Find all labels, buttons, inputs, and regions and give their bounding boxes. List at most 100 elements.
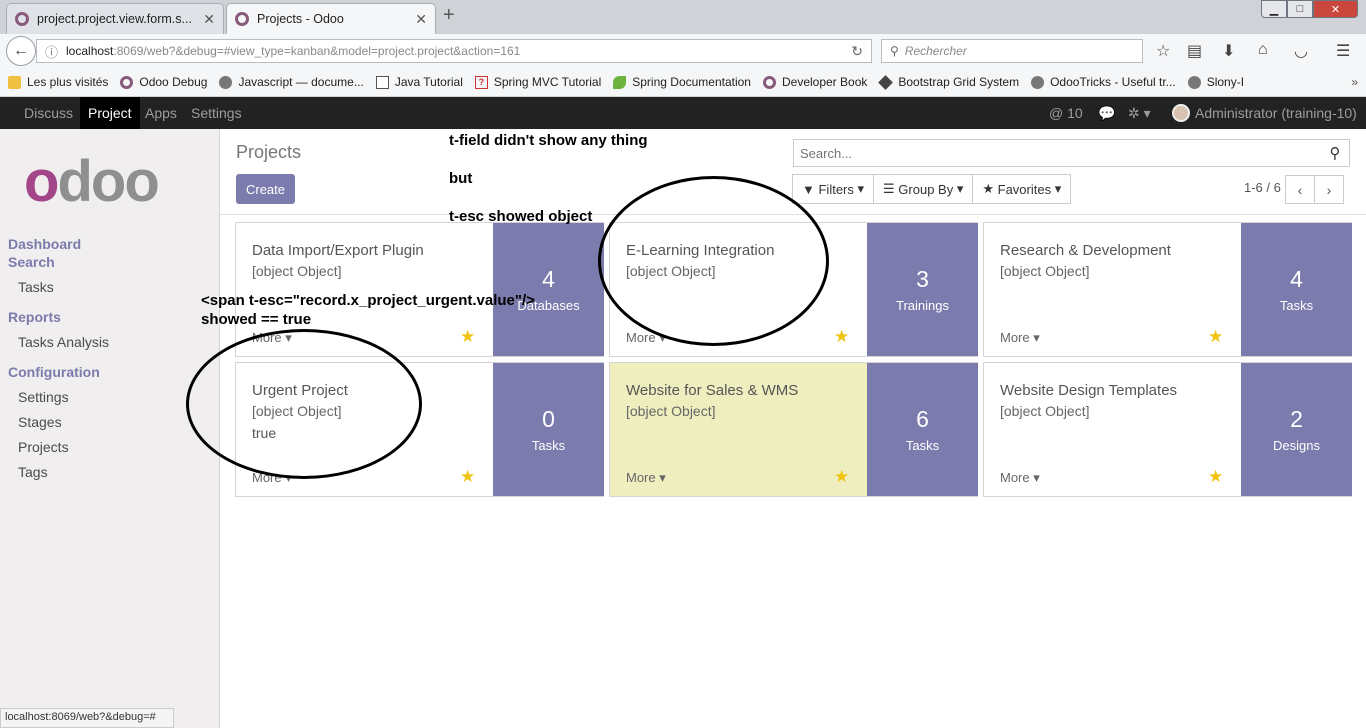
task-count-panel[interactable]: 2 Designs: [1241, 363, 1352, 496]
annotation-text: but: [449, 170, 473, 187]
url-host: localhost: [66, 44, 114, 58]
home-icon[interactable]: ⌂: [1258, 41, 1268, 59]
search-icon[interactable]: ⚲: [1321, 144, 1349, 162]
menu-apps[interactable]: Apps: [137, 97, 185, 129]
task-count-panel[interactable]: 3 Trainings: [867, 223, 978, 356]
browser-search-field[interactable]: ⚲ Rechercher: [881, 39, 1143, 63]
odoo-icon: [120, 75, 134, 89]
bookmark-item[interactable]: OdooTricks - Useful tr...: [1031, 75, 1176, 89]
menu-settings[interactable]: Settings: [183, 97, 250, 129]
annotation-ellipse: [186, 329, 422, 479]
annotation-text: showed == true: [201, 311, 312, 328]
user-menu[interactable]: Administrator (training-10) ▾: [1172, 97, 1366, 153]
browser-tab-form[interactable]: project.project.view.form.s... ✕: [6, 3, 224, 34]
close-icon[interactable]: ✕: [415, 11, 427, 28]
pager-next-button[interactable]: ›: [1314, 175, 1344, 204]
user-name: Administrator (training-10): [1195, 105, 1357, 121]
favorite-star-icon[interactable]: ★: [460, 327, 475, 347]
download-icon[interactable]: ⬇: [1222, 41, 1235, 61]
project-name[interactable]: Website Design Templates: [1000, 382, 1177, 399]
sidebar-item-stages[interactable]: Stages: [18, 414, 62, 430]
sidebar-item-projects[interactable]: Projects: [18, 439, 69, 455]
project-card[interactable]: Website for Sales & WMS [object Object] Mo…: [609, 362, 978, 497]
task-count-panel[interactable]: 0 Tasks: [493, 363, 604, 496]
task-label: Designs: [1273, 438, 1320, 453]
browser-tab-projects[interactable]: Projects - Odoo ✕: [226, 3, 436, 34]
project-field-value: [object Object]: [252, 263, 342, 279]
favorites-button[interactable]: ★ Favorites ▾: [972, 174, 1072, 204]
search-input[interactable]: [800, 145, 1321, 161]
url-bar[interactable]: ⓘ localhost:8069/web?&debug=#view_type=k…: [36, 39, 872, 63]
menu-discuss[interactable]: Discuss: [16, 97, 81, 129]
sidebar: odoo Dashboard Search Tasks Reports Task…: [0, 129, 220, 728]
bookmarks-bar: Les plus visités Odoo Debug Javascript —…: [0, 68, 1366, 97]
close-window-button[interactable]: ✕: [1313, 0, 1358, 18]
pocket-icon[interactable]: ◡: [1294, 41, 1308, 61]
favorite-star-icon[interactable]: ★: [1208, 467, 1223, 487]
task-count-panel[interactable]: 4 Databases: [493, 223, 604, 356]
groupby-button[interactable]: ☰ Group By ▾: [873, 174, 974, 204]
favorite-star-icon[interactable]: ★: [1208, 327, 1223, 347]
bookmark-item[interactable]: Java Tutorial: [375, 75, 463, 89]
menu-project[interactable]: Project: [80, 97, 140, 129]
debug-bug-icon[interactable]: ✲ ▾: [1128, 97, 1151, 129]
search-icon: ⚲: [890, 44, 899, 58]
filters-button[interactable]: ▼ Filters ▾: [792, 174, 875, 204]
more-dropdown[interactable]: More ▾: [1000, 330, 1040, 346]
bookmark-item[interactable]: Les plus visités: [8, 75, 108, 89]
project-name[interactable]: Data Import/Export Plugin: [252, 242, 424, 259]
project-card[interactable]: Website Design Templates [object Object] M…: [983, 362, 1352, 497]
task-count: 0: [542, 406, 555, 432]
pager-previous-button[interactable]: ‹: [1285, 175, 1315, 204]
close-icon[interactable]: ✕: [203, 11, 215, 28]
project-name[interactable]: Website for Sales & WMS: [626, 382, 798, 399]
bookmarks-overflow-icon[interactable]: »: [1351, 75, 1358, 89]
bookmark-item[interactable]: ? Spring MVC Tutorial: [474, 75, 601, 89]
project-card[interactable]: Research & Development [object Object] Mor…: [983, 222, 1352, 357]
favorite-star-icon[interactable]: ★: [834, 327, 849, 347]
bookmark-item[interactable]: Spring Documentation: [613, 75, 751, 89]
browser-tab-strip: project.project.view.form.s... ✕ Project…: [0, 0, 1366, 34]
more-dropdown[interactable]: More ▾: [626, 470, 666, 486]
bookmark-item[interactable]: Developer Book: [762, 75, 867, 89]
maximize-button[interactable]: □: [1287, 0, 1313, 18]
bookmark-item[interactable]: Bootstrap Grid System: [878, 74, 1019, 90]
odoo-favicon-icon: [15, 12, 29, 26]
sidebar-heading-reports[interactable]: Reports: [8, 309, 61, 325]
minimize-button[interactable]: ▁: [1261, 0, 1287, 18]
new-tab-button[interactable]: +: [443, 4, 455, 27]
sidebar-item-tasks-analysis[interactable]: Tasks Analysis: [18, 334, 109, 350]
chat-icon[interactable]: 💬: [1098, 97, 1115, 129]
favorite-star-icon[interactable]: ★: [834, 467, 849, 487]
sidebar-heading-search[interactable]: Search: [8, 254, 55, 270]
url-path: :8069/web?&debug=#view_type=kanban&model…: [113, 44, 521, 58]
bookmark-item[interactable]: Odoo Debug: [120, 75, 207, 89]
back-arrow-icon[interactable]: ←: [6, 36, 36, 66]
avatar: [1172, 104, 1190, 122]
sidebar-item-tasks[interactable]: Tasks: [18, 279, 54, 295]
favorite-star-icon[interactable]: ★: [460, 467, 475, 487]
sidebar-item-tags[interactable]: Tags: [18, 464, 48, 480]
reading-list-icon[interactable]: ▤: [1187, 41, 1202, 61]
more-dropdown[interactable]: More ▾: [1000, 470, 1040, 486]
sidebar-heading-configuration[interactable]: Configuration: [8, 364, 100, 380]
hamburger-menu-icon[interactable]: ☰: [1336, 41, 1350, 61]
bookmark-item[interactable]: Slony-I: [1187, 75, 1244, 89]
mentions-counter[interactable]: @ 10: [1049, 97, 1083, 129]
bookmark-item[interactable]: Javascript — docume...: [219, 75, 364, 89]
browser-nav-bar: ← ⓘ localhost:8069/web?&debug=#view_type…: [0, 34, 1366, 68]
project-name[interactable]: Research & Development: [1000, 242, 1171, 259]
annotation-text: t-field didn't show any thing: [449, 132, 648, 149]
reload-icon[interactable]: ↻: [851, 43, 863, 60]
odoo-main-menu: Discuss Project Apps Settings @ 10 💬 ✲ ▾…: [0, 97, 1366, 153]
sidebar-heading-dashboard[interactable]: Dashboard: [8, 236, 81, 252]
task-count: 2: [1290, 406, 1303, 432]
create-button[interactable]: Create: [236, 174, 295, 204]
task-count: 4: [1290, 266, 1303, 292]
info-icon[interactable]: ⓘ: [45, 42, 58, 61]
sidebar-item-settings[interactable]: Settings: [18, 389, 69, 405]
tab-title: project.project.view.form.s...: [37, 12, 192, 26]
bookmark-star-icon[interactable]: ☆: [1156, 41, 1170, 61]
task-count-panel[interactable]: 6 Tasks: [867, 363, 978, 496]
task-count-panel[interactable]: 4 Tasks: [1241, 223, 1352, 356]
